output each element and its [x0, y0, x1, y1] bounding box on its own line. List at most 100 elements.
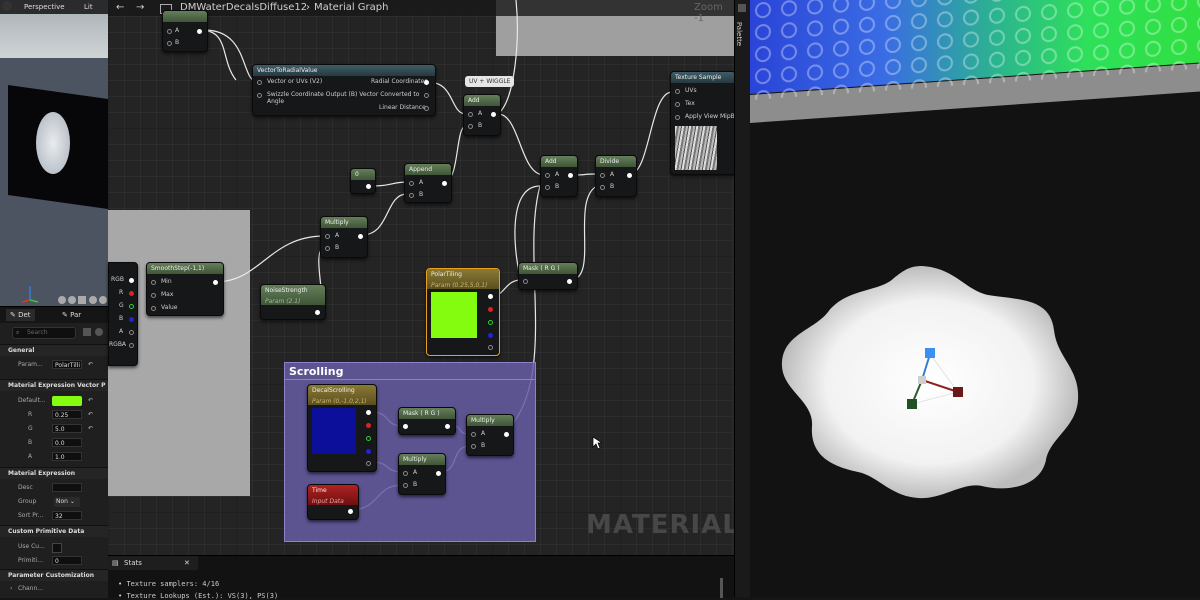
tab-stats[interactable]: ▤ Stats ✕ [108, 556, 198, 570]
pin-out-r[interactable] [366, 423, 371, 428]
pin-in[interactable] [403, 424, 408, 429]
node-smoothstep[interactable]: SmoothStep(-1,1) Min Max Value [146, 262, 224, 316]
node-constant[interactable]: 0 [350, 168, 376, 194]
pin-out-r[interactable] [488, 307, 493, 312]
channel-names-label: Chann... [18, 585, 43, 592]
pin-a[interactable] [403, 471, 408, 476]
pin-mip[interactable] [675, 115, 680, 120]
node-mask-rg-2[interactable]: Mask ( R G ) [398, 407, 456, 435]
pin-out[interactable] [366, 184, 371, 189]
pin-min[interactable] [151, 280, 156, 285]
pin-b[interactable] [468, 124, 473, 129]
pin-input-swizzle[interactable] [257, 93, 262, 98]
pin-b[interactable] [403, 483, 408, 488]
stats-scrollbar[interactable] [720, 578, 723, 598]
pin-g[interactable] [129, 304, 134, 309]
pin-out-a[interactable] [488, 345, 493, 350]
pin-out[interactable] [358, 234, 363, 239]
pin-out[interactable] [567, 279, 572, 284]
comment-bubble[interactable]: UV + WIGGLE [465, 76, 515, 87]
pin-out[interactable] [568, 173, 573, 178]
pin-a[interactable] [409, 181, 414, 186]
pin-b[interactable] [129, 317, 134, 322]
node-multiply-3[interactable]: Multiply A B [398, 453, 446, 495]
node-subtitle: Param (0,-1,0,2,1) [312, 398, 367, 405]
node-multiply-2[interactable]: Multiply A B [466, 414, 514, 456]
pin-out[interactable] [315, 310, 320, 315]
node-noise-strength[interactable]: NoiseStrength Param (2.1) [260, 284, 326, 320]
close-icon[interactable]: ✕ [184, 556, 190, 570]
palette-strip[interactable]: Palette [734, 0, 751, 597]
pin-input-vector[interactable] [257, 80, 262, 85]
pin-out-b[interactable] [488, 333, 493, 338]
pin-out[interactable] [504, 432, 509, 437]
transform-gizmo-icon[interactable] [900, 340, 970, 420]
pin-b[interactable] [471, 444, 476, 449]
pin-out[interactable] [436, 471, 441, 476]
node-title: PolarTiling [431, 271, 462, 278]
pin-a[interactable] [129, 330, 134, 335]
node-divide[interactable]: Divide A B [595, 155, 637, 197]
pin-value[interactable] [151, 306, 156, 311]
pin-a[interactable] [600, 173, 605, 178]
pin-output-linear[interactable] [424, 106, 429, 111]
palette-label: Palette [735, 21, 744, 47]
pin-out[interactable] [445, 424, 450, 429]
pin-b[interactable] [325, 246, 330, 251]
pin-a[interactable] [167, 29, 172, 34]
pin-out-rgb[interactable] [366, 410, 371, 415]
polar-color-swatch [431, 292, 477, 338]
node-texture-sample[interactable]: Texture Sample UVs Tex Apply View MipBia [670, 71, 740, 175]
pin-out-g[interactable] [488, 320, 493, 325]
pin-tex[interactable] [675, 102, 680, 107]
pin-a[interactable] [545, 173, 550, 178]
node-header: Mask ( R G ) [399, 408, 455, 419]
node-time[interactable]: Time Input Data [307, 484, 359, 520]
pin-out-b[interactable] [366, 449, 371, 454]
node-add-2[interactable]: Add A B [540, 155, 578, 197]
pin-out[interactable] [197, 29, 202, 34]
wire [371, 181, 408, 187]
node-polar-tiling[interactable]: PolarTiling Param (0.25,5,0,1) [426, 268, 500, 356]
node-decal-scrolling[interactable]: DecalScrolling Param (0,-1,0,2,1) [307, 384, 377, 472]
pin-out[interactable] [627, 173, 632, 178]
pin-output-radial[interactable] [424, 80, 429, 85]
pin-out-rgb[interactable] [488, 294, 493, 299]
node-texture-stub[interactable]: RGB R G B A RGBA [108, 262, 138, 366]
node-multiply[interactable]: Multiply A B [320, 216, 368, 258]
node-header: Texture Sample [671, 72, 735, 83]
pin-out[interactable] [491, 112, 496, 117]
pin-out-g[interactable] [366, 436, 371, 441]
pin-rgb[interactable] [129, 278, 134, 283]
pin-b[interactable] [600, 185, 605, 190]
pin-in[interactable] [523, 279, 528, 284]
node-title: Time [312, 487, 327, 494]
pin-b[interactable] [409, 193, 414, 198]
top-node[interactable]: A B [162, 10, 208, 52]
pin-max[interactable] [151, 293, 156, 298]
pin-rgba[interactable] [129, 343, 134, 348]
pin-b[interactable] [167, 41, 172, 46]
primitive-index-field[interactable]: 0 [52, 556, 82, 565]
row-channel-names[interactable]: › Chann... [0, 583, 108, 595]
pin-a[interactable] [471, 432, 476, 437]
node-mask-rg[interactable]: Mask ( R G ) [518, 262, 578, 290]
pin-out-a[interactable] [366, 461, 371, 466]
pin-b[interactable] [545, 185, 550, 190]
section-parameter-customization[interactable]: Parameter Customization [0, 569, 108, 581]
pin-a[interactable] [325, 234, 330, 239]
pin-output-angle[interactable] [424, 93, 429, 98]
pin-out[interactable] [213, 280, 218, 285]
node-add[interactable]: Add A B [463, 94, 501, 136]
pin-out[interactable] [442, 181, 447, 186]
node-append[interactable]: Append A B [404, 163, 452, 203]
pin-r[interactable] [129, 291, 134, 296]
pin-a-label: A [555, 171, 560, 178]
pin-out[interactable] [348, 509, 353, 514]
node-header: Multiply [321, 217, 367, 228]
pin-tex-label: Tex [685, 100, 695, 107]
pin-uvs[interactable] [675, 89, 680, 94]
preview-viewport[interactable] [750, 0, 1200, 597]
node-vector-to-radial-value[interactable]: VectorToRadialValue Vector or UVs (V2) S… [252, 64, 436, 116]
pin-a[interactable] [468, 112, 473, 117]
